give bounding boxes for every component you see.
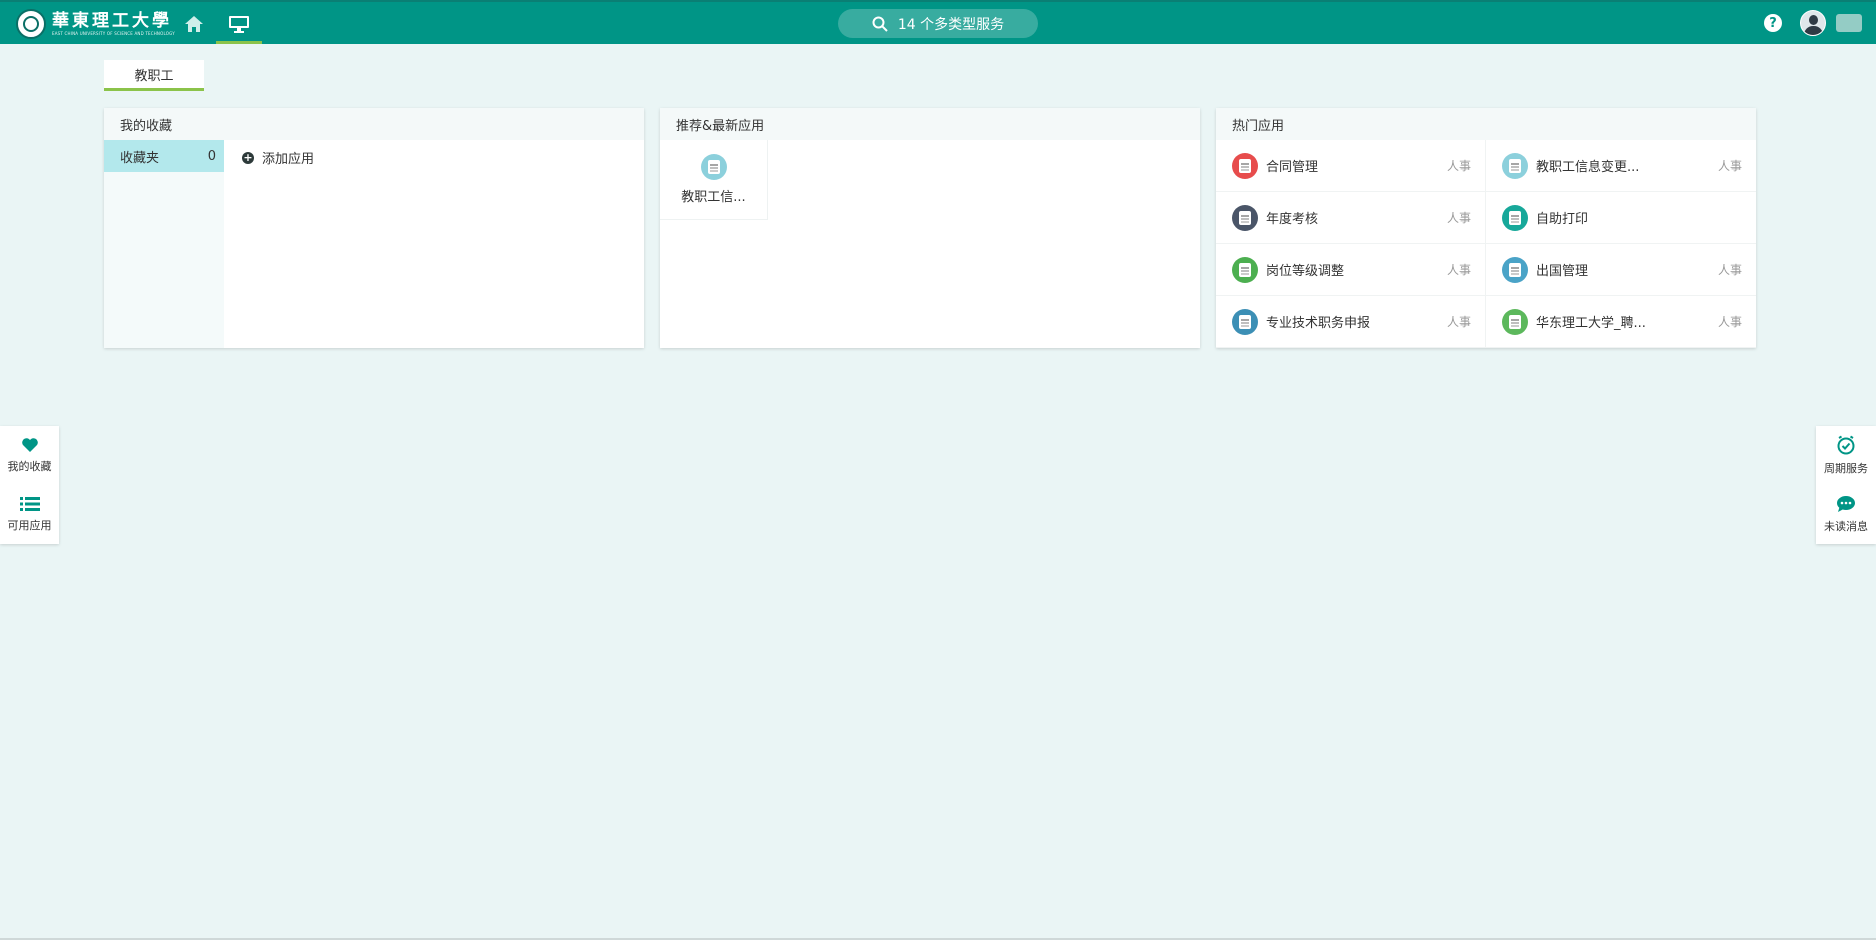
hot-app-category: 人事	[1446, 315, 1471, 329]
hot-apps-card: 热门应用 合同管理 人事 教职工信息变更... 人事 年度考核 人事 自助打印 岗位等级调整人…	[1216, 108, 1756, 348]
my-favorites-button[interactable]: 我的收藏	[0, 426, 59, 485]
search-icon	[872, 16, 888, 32]
clock-check-icon	[1837, 435, 1855, 455]
favorites-folder-count: 0	[207, 148, 216, 164]
print-icon	[1502, 204, 1528, 231]
university-logo[interactable]: 華東理工大學 EAST CHINA UNIVERSITY OF SCIENCE …	[16, 8, 175, 40]
hot-app-category: 人事	[1446, 159, 1471, 173]
recommended-app-label: 教职工信...	[681, 190, 746, 205]
annual-review-icon	[1232, 204, 1258, 231]
list-icon	[19, 497, 40, 511]
logo-english-name: EAST CHINA UNIVERSITY OF SCIENCE AND TEC…	[52, 31, 175, 36]
staff-info-icon	[700, 154, 727, 180]
staff-info-change-icon	[1502, 152, 1528, 179]
search-label: 14 个多类型服务	[897, 16, 1005, 33]
available-apps-button[interactable]: 可用应用	[0, 485, 59, 544]
hot-app-item[interactable]: 自助打印	[1486, 192, 1756, 244]
unread-messages-label: 未读消息	[1824, 520, 1868, 533]
hot-app-category: 人事	[1717, 263, 1742, 277]
hot-app-category: 人事	[1446, 263, 1471, 277]
hot-app-category: 人事	[1446, 211, 1471, 225]
periodic-services-label: 周期服务	[1824, 462, 1868, 475]
hot-app-name: 专业技术职务申报	[1266, 316, 1371, 331]
user-name[interactable]	[1836, 14, 1862, 32]
recommended-app-tile[interactable]: 教职工信...	[660, 140, 768, 220]
periodic-services-button[interactable]: 周期服务	[1816, 426, 1876, 485]
hot-app-name: 岗位等级调整	[1266, 264, 1345, 279]
plus-icon: +	[242, 150, 254, 164]
hot-app-name: 自助打印	[1536, 212, 1589, 227]
hot-app-item[interactable]: 教职工信息变更... 人事	[1486, 140, 1756, 192]
favorites-folder[interactable]: 收藏夹 0	[104, 140, 224, 172]
hot-app-item[interactable]: 岗位等级调整 人事	[1216, 244, 1486, 296]
position-adjust-icon	[1232, 256, 1258, 283]
title-apply-icon	[1232, 308, 1258, 335]
recommended-title: 推荐&最新应用	[660, 108, 1200, 140]
hot-app-item[interactable]: 专业技术职务申报 人事	[1216, 296, 1486, 348]
monitor-icon	[229, 15, 249, 33]
recruit-icon	[1502, 308, 1528, 335]
tab-staff[interactable]: 教职工	[104, 60, 204, 91]
left-float-panel: 我的收藏 可用应用	[0, 426, 59, 544]
heart-icon	[21, 438, 38, 452]
favorites-card: 我的收藏 收藏夹 0 + 添加应用	[104, 108, 644, 348]
favorites-title: 我的收藏	[104, 108, 644, 140]
hot-app-name: 出国管理	[1536, 264, 1589, 279]
hot-apps-grid: 合同管理 人事 教职工信息变更... 人事 年度考核 人事 自助打印 岗位等级调整 人事 出国管理…	[1216, 140, 1756, 348]
my-favorites-label: 我的收藏	[7, 460, 52, 473]
hot-app-item[interactable]: 出国管理 人事	[1486, 244, 1756, 296]
available-apps-label: 可用应用	[7, 519, 52, 532]
unread-messages-button[interactable]: 未读消息	[1816, 485, 1876, 544]
home-button[interactable]	[180, 12, 208, 36]
chat-icon	[1837, 496, 1855, 512]
add-app-button[interactable]: + 添加应用	[242, 148, 314, 167]
recommended-card: 推荐&最新应用 教职工信...	[660, 108, 1200, 348]
hot-app-item[interactable]: 华东理工大学_聘... 人事	[1486, 296, 1756, 348]
hot-app-name: 年度考核	[1266, 212, 1319, 227]
hot-app-category: 人事	[1717, 315, 1742, 329]
hot-app-name: 华东理工大学_聘...	[1536, 316, 1646, 331]
favorites-sidebar: 收藏夹 0	[104, 140, 224, 348]
top-bar: 華東理工大學 EAST CHINA UNIVERSITY OF SCIENCE …	[0, 0, 1876, 44]
add-app-label: 添加应用	[262, 152, 315, 167]
hot-app-name: 合同管理	[1266, 160, 1319, 175]
hot-app-category: 人事	[1717, 159, 1742, 173]
hot-apps-title: 热门应用	[1216, 108, 1756, 140]
help-icon[interactable]: ?	[1764, 14, 1782, 32]
hot-app-item[interactable]: 年度考核 人事	[1216, 192, 1486, 244]
favorites-folder-label: 收藏夹	[120, 150, 160, 166]
home-icon	[185, 16, 203, 32]
hot-app-item[interactable]: 合同管理 人事	[1216, 140, 1486, 192]
search-services-button[interactable]: 14 个多类型服务	[838, 9, 1038, 38]
desktop-button[interactable]	[216, 6, 262, 44]
university-seal-icon	[16, 9, 46, 39]
contract-icon	[1232, 152, 1258, 179]
logo-name: 華東理工大學	[52, 11, 172, 31]
hot-app-name: 教职工信息变更...	[1536, 160, 1640, 175]
travel-abroad-icon	[1502, 256, 1528, 283]
avatar[interactable]	[1800, 10, 1826, 36]
right-float-panel: 周期服务 未读消息	[1816, 426, 1876, 544]
